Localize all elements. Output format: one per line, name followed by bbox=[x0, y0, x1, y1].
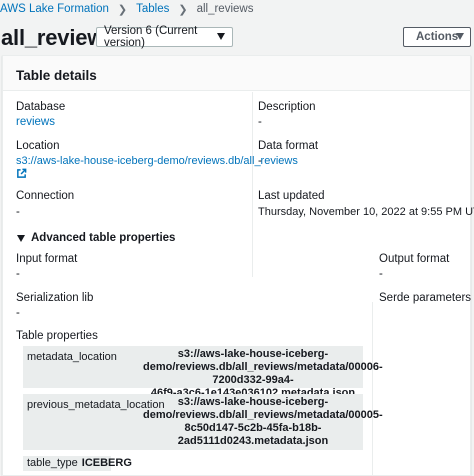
panel-title: Table details bbox=[16, 68, 97, 83]
actions-button-label: Actions bbox=[416, 31, 459, 43]
version-select[interactable]: Version 6 (Current version) bbox=[96, 25, 233, 49]
input-format-label: Input format bbox=[16, 253, 78, 265]
external-link-icon[interactable] bbox=[16, 168, 27, 179]
property-value-line: s3://aws-lake-house-iceberg- bbox=[177, 348, 329, 360]
property-value: s3://aws-lake-house-iceberg- demo/review… bbox=[143, 394, 383, 450]
property-key: table_type bbox=[27, 457, 78, 469]
property-row: previous_metadata_location s3://aws-lake… bbox=[23, 394, 383, 450]
database-label: Database bbox=[16, 101, 66, 113]
property-value-line: demo/reviews.db/all_reviews/metadata/000… bbox=[143, 409, 383, 421]
location-label: Location bbox=[16, 140, 60, 152]
property-value-line: 8c50d147-5c2b-45fa-b18b- bbox=[184, 422, 322, 434]
data-format-value: - bbox=[258, 155, 262, 167]
advanced-properties-label: Advanced table properties bbox=[31, 232, 176, 244]
table-details-panel: Table details Database reviews Descripti… bbox=[2, 55, 474, 476]
caret-down-icon bbox=[456, 33, 464, 40]
connection-label: Connection bbox=[16, 190, 75, 202]
property-value: ICEBERG bbox=[81, 457, 132, 469]
property-value-line: demo/reviews.db/all_reviews/metadata/000… bbox=[143, 361, 383, 386]
output-format-label: Output format bbox=[379, 253, 450, 265]
property-key: previous_metadata_location bbox=[27, 399, 165, 411]
property-value: s3://aws-lake-house-iceberg- demo/review… bbox=[143, 346, 383, 399]
column-divider bbox=[372, 302, 373, 476]
description-label: Description bbox=[258, 101, 316, 113]
location-link[interactable]: s3://aws-lake-house-iceberg-demo/reviews… bbox=[16, 155, 298, 167]
serialization-lib-label: Serialization lib bbox=[16, 292, 94, 304]
chevron-right-icon: ❯ bbox=[178, 3, 188, 16]
breadcrumb-tables-link[interactable]: Tables bbox=[136, 3, 169, 15]
property-row: metadata_location s3://aws-lake-house-ic… bbox=[23, 346, 383, 399]
input-format-value: - bbox=[16, 268, 20, 280]
caret-down-icon bbox=[217, 33, 225, 40]
breadcrumb: AWS Lake Formation ❯ Tables ❯ all_review… bbox=[0, 0, 253, 18]
output-format-value: - bbox=[379, 268, 383, 280]
database-link[interactable]: reviews bbox=[16, 116, 55, 128]
property-key: metadata_location bbox=[27, 351, 117, 363]
actions-button[interactable]: Actions bbox=[403, 27, 471, 47]
version-select-value: Version 6 (Current version) bbox=[104, 25, 198, 49]
serialization-lib-value: - bbox=[16, 307, 20, 319]
breadcrumb-lake-formation-link[interactable]: AWS Lake Formation bbox=[0, 3, 109, 15]
property-value-line: 2ad5111d0243.metadata.json bbox=[177, 435, 329, 447]
table-properties-label: Table properties bbox=[16, 330, 98, 342]
property-row: table_type ICEBERG bbox=[23, 456, 132, 471]
column-divider bbox=[252, 92, 253, 277]
caret-down-icon bbox=[17, 234, 25, 242]
advanced-properties-toggle[interactable]: Advanced table properties bbox=[17, 232, 175, 244]
chevron-right-icon: ❯ bbox=[117, 3, 128, 16]
last-updated-value: Thursday, November 10, 2022 at 9:55 PM U… bbox=[258, 206, 474, 218]
serde-parameters-label: Serde parameters bbox=[379, 292, 472, 304]
last-updated-label: Last updated bbox=[258, 190, 325, 202]
connection-value: - bbox=[16, 206, 20, 218]
description-value: - bbox=[258, 116, 262, 128]
breadcrumb-current: all_reviews bbox=[196, 3, 254, 15]
property-value-line: s3://aws-lake-house-iceberg- bbox=[177, 396, 329, 408]
panel-header: Table details bbox=[3, 56, 470, 91]
data-format-label: Data format bbox=[258, 140, 319, 152]
